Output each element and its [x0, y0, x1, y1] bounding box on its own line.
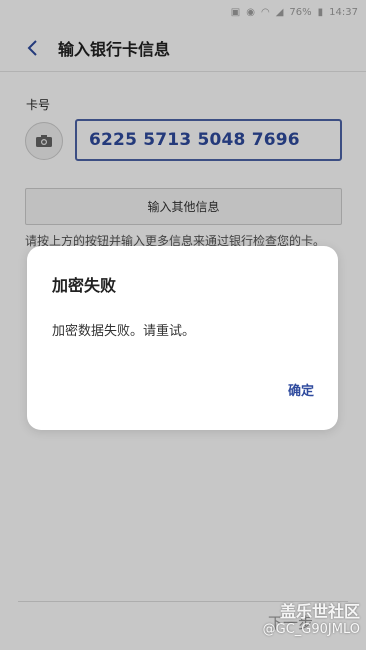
confirm-button[interactable]: 确定	[288, 380, 314, 399]
watermark-title: 盖乐世社区	[279, 602, 360, 621]
error-dialog: 加密失败 加密数据失败。请重试。 确定	[27, 246, 338, 430]
dialog-message: 加密数据失败。请重试。	[52, 324, 196, 339]
watermark: 盖乐世社区 @GC_G90JMLO	[263, 602, 360, 638]
dialog-title: 加密失败	[52, 276, 117, 295]
watermark-handle: @GC_G90JMLO	[262, 622, 360, 637]
